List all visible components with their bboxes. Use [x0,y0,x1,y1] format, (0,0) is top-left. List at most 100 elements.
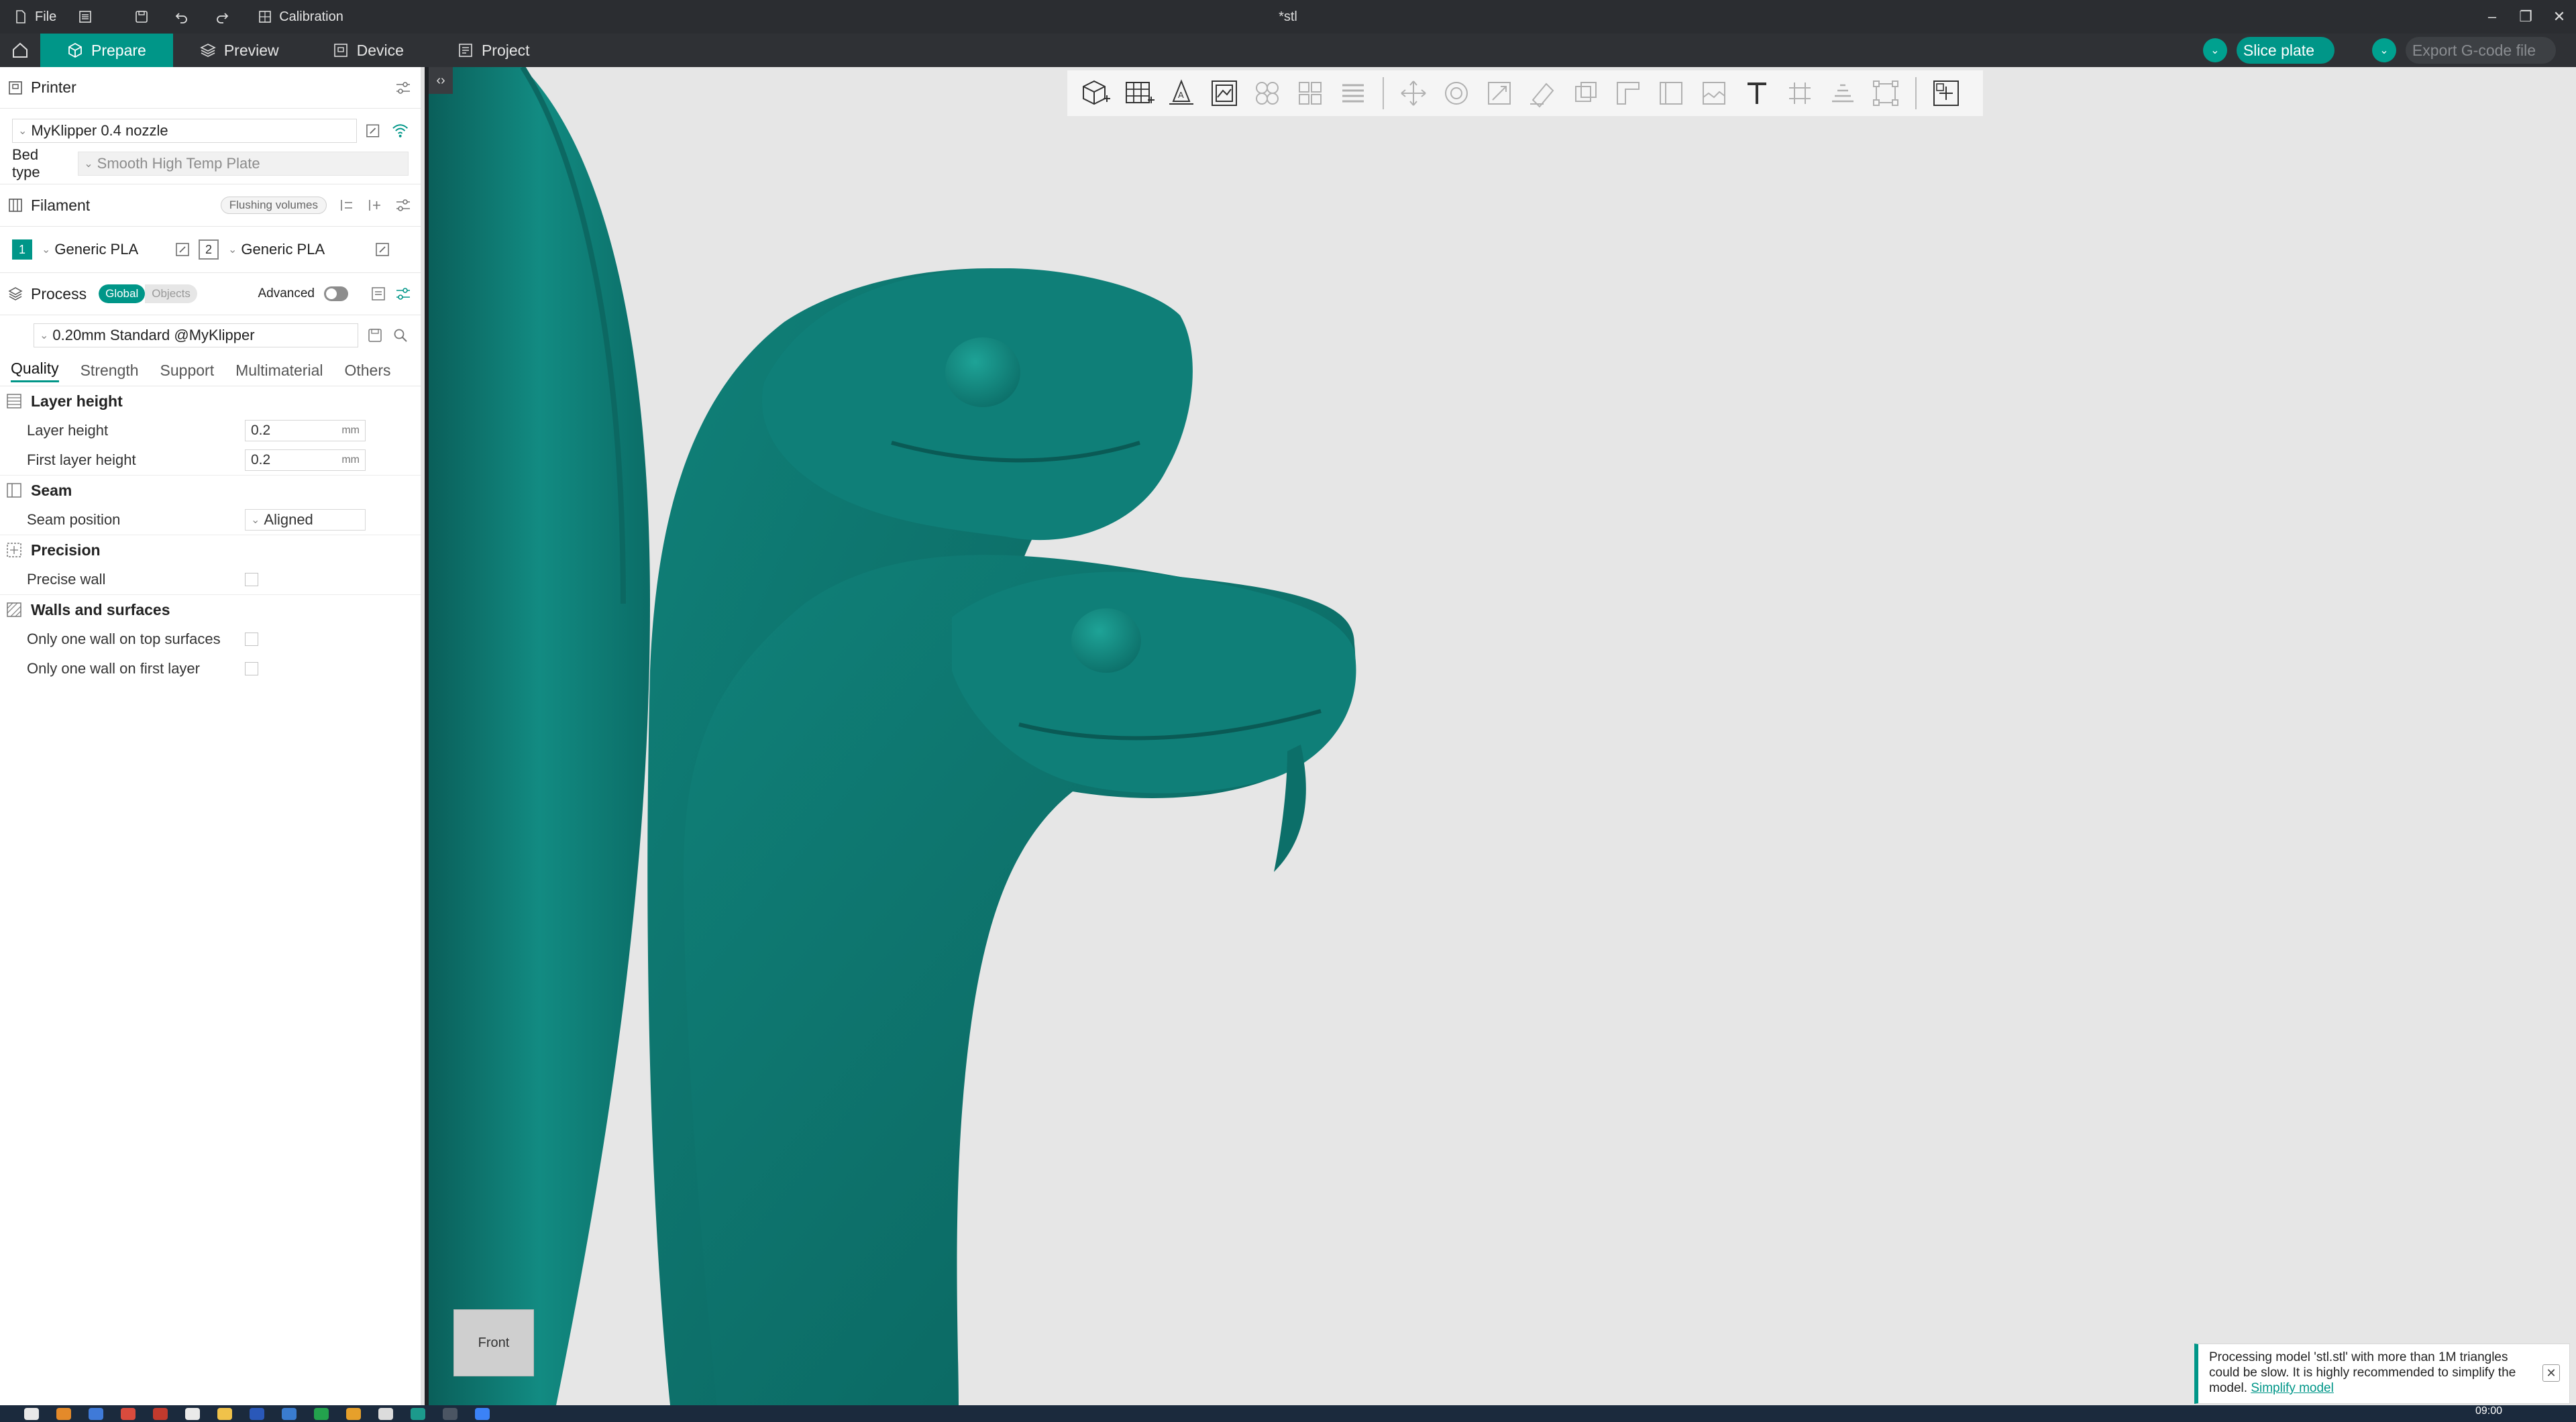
save-preset-icon[interactable] [368,328,382,343]
global-option[interactable]: Global [99,284,146,303]
process-scope-toggle[interactable]: Global Objects [99,284,197,303]
filament-slot-number[interactable]: 1 [12,239,32,260]
assembly-icon[interactable] [1821,72,1864,115]
arrange-icon[interactable] [1203,72,1246,115]
scale-icon[interactable] [1478,72,1521,115]
save-icon[interactable] [131,7,152,27]
tab-prepare[interactable]: Prepare [40,34,173,67]
app-icon[interactable] [475,1407,490,1420]
edit-printer-icon[interactable] [365,123,380,139]
filament-1-select[interactable]: ⌄ Generic PLA [36,237,170,262]
search-icon[interactable] [393,328,408,343]
tab-others[interactable]: Others [344,362,390,380]
tab-project[interactable]: Project [431,34,557,67]
edit-filament-icon[interactable] [374,241,390,258]
add-filament-icon[interactable] [367,197,383,213]
chevron-down-icon: ⌄ [251,514,260,526]
app-icon[interactable] [121,1407,136,1420]
app-icon[interactable] [411,1407,425,1420]
wifi-icon[interactable] [392,123,409,139]
one-wall-top-checkbox[interactable] [245,633,258,646]
bed-type-select[interactable]: ⌄ Smooth High Temp Plate [78,152,409,176]
start-icon[interactable] [24,1407,39,1420]
tab-support[interactable]: Support [160,362,215,380]
minimize-icon[interactable]: – [2475,0,2509,34]
app-icon[interactable] [282,1407,297,1420]
bed-type-value: Smooth High Temp Plate [97,155,260,172]
plate-select-icon[interactable] [1925,72,1968,115]
precise-wall-checkbox[interactable] [245,573,258,586]
flushing-volumes-button[interactable]: Flushing volumes [220,197,327,214]
bounding-box-icon[interactable] [1864,72,1907,115]
cut-icon[interactable] [1564,72,1607,115]
app-icon[interactable] [153,1407,168,1420]
grid-plate-icon[interactable] [1117,72,1160,115]
objects-option[interactable]: Objects [145,284,197,303]
first-layer-height-input[interactable]: 0.2 mm [245,449,366,471]
app-icon[interactable] [217,1407,232,1420]
slice-dropdown-icon[interactable]: ⌄ [2202,38,2227,62]
text-icon[interactable] [1735,72,1778,115]
app-icon[interactable] [346,1407,361,1420]
measure-icon[interactable] [1778,72,1821,115]
tab-quality[interactable]: Quality [11,360,59,382]
process-preset-select[interactable]: ⌄ 0.20mm Standard @MyKlipper [34,323,358,347]
advanced-toggle[interactable] [324,286,348,301]
layers-edit-icon[interactable] [1332,72,1375,115]
tab-preview[interactable]: Preview [173,34,306,67]
export-gcode-button[interactable]: Export G-code file [2405,37,2556,64]
orientation-navcube[interactable]: Front [453,1309,534,1376]
support-paint-icon[interactable] [1607,72,1650,115]
auto-orient-icon[interactable]: A [1160,72,1203,115]
layer-height-input[interactable]: 0.2 mm [245,420,366,441]
app-icon[interactable] [89,1407,103,1420]
split-parts-icon[interactable] [1289,72,1332,115]
app-icon[interactable] [250,1407,264,1420]
slice-plate-button[interactable]: Slice plate [2236,37,2334,64]
filament-2-select[interactable]: ⌄ Generic PLA [223,237,370,262]
move-icon[interactable] [1392,72,1435,115]
home-button[interactable] [0,34,40,67]
tab-multimaterial[interactable]: Multimaterial [235,362,323,380]
compare-icon[interactable] [371,286,386,301]
close-notification-icon[interactable]: ✕ [2542,1364,2560,1382]
3d-viewport[interactable]: ‹› A Front Processing model 'stl.stl' wi… [429,67,2576,1405]
collapse-sidebar-icon[interactable]: ‹› [429,67,453,94]
lay-on-face-icon[interactable] [1521,72,1564,115]
split-objects-icon[interactable] [1246,72,1289,115]
filament-settings-icon[interactable] [395,198,411,213]
cobra-model[interactable] [429,67,2576,1405]
calibration-menu[interactable]: Calibration [255,0,343,34]
printer-settings-icon[interactable] [395,80,411,95]
undo-icon[interactable] [172,7,192,27]
add-object-icon[interactable] [1074,72,1117,115]
app-icon[interactable] [56,1407,71,1420]
menu-list-icon[interactable] [75,7,95,27]
file-menu-label: File [35,9,57,24]
file-menu[interactable]: File [11,0,56,34]
navcube-front-face[interactable]: Front [453,1309,534,1376]
app-icon[interactable] [378,1407,393,1420]
edit-filament-icon[interactable] [174,241,191,258]
app-icon[interactable] [185,1407,200,1420]
process-settings-icon[interactable] [395,286,411,301]
export-dropdown-icon[interactable]: ⌄ [2371,38,2396,62]
restore-icon[interactable]: ❐ [2509,0,2542,34]
close-window-icon[interactable]: ✕ [2542,0,2576,34]
tab-strength[interactable]: Strength [80,362,139,380]
chevron-down-icon: ⌄ [18,125,28,137]
rotate-icon[interactable] [1435,72,1478,115]
seam-position-select[interactable]: ⌄ Aligned [245,509,366,531]
seam-paint-icon[interactable] [1650,72,1693,115]
filament-slot-number[interactable]: 2 [199,239,219,260]
printer-select[interactable]: ⌄ MyKlipper 0.4 nozzle [12,119,358,143]
tab-device[interactable]: Device [306,34,431,67]
one-wall-first-checkbox[interactable] [245,662,258,675]
app-icon[interactable] [314,1407,329,1420]
fuzzy-skin-icon[interactable] [1693,72,1735,115]
remove-filament-icon[interactable] [339,197,355,213]
app-icon[interactable] [443,1407,458,1420]
redo-icon[interactable] [212,7,232,27]
simplify-model-link[interactable]: Simplify model [2251,1381,2334,1395]
toolbar-separator [1383,77,1384,109]
